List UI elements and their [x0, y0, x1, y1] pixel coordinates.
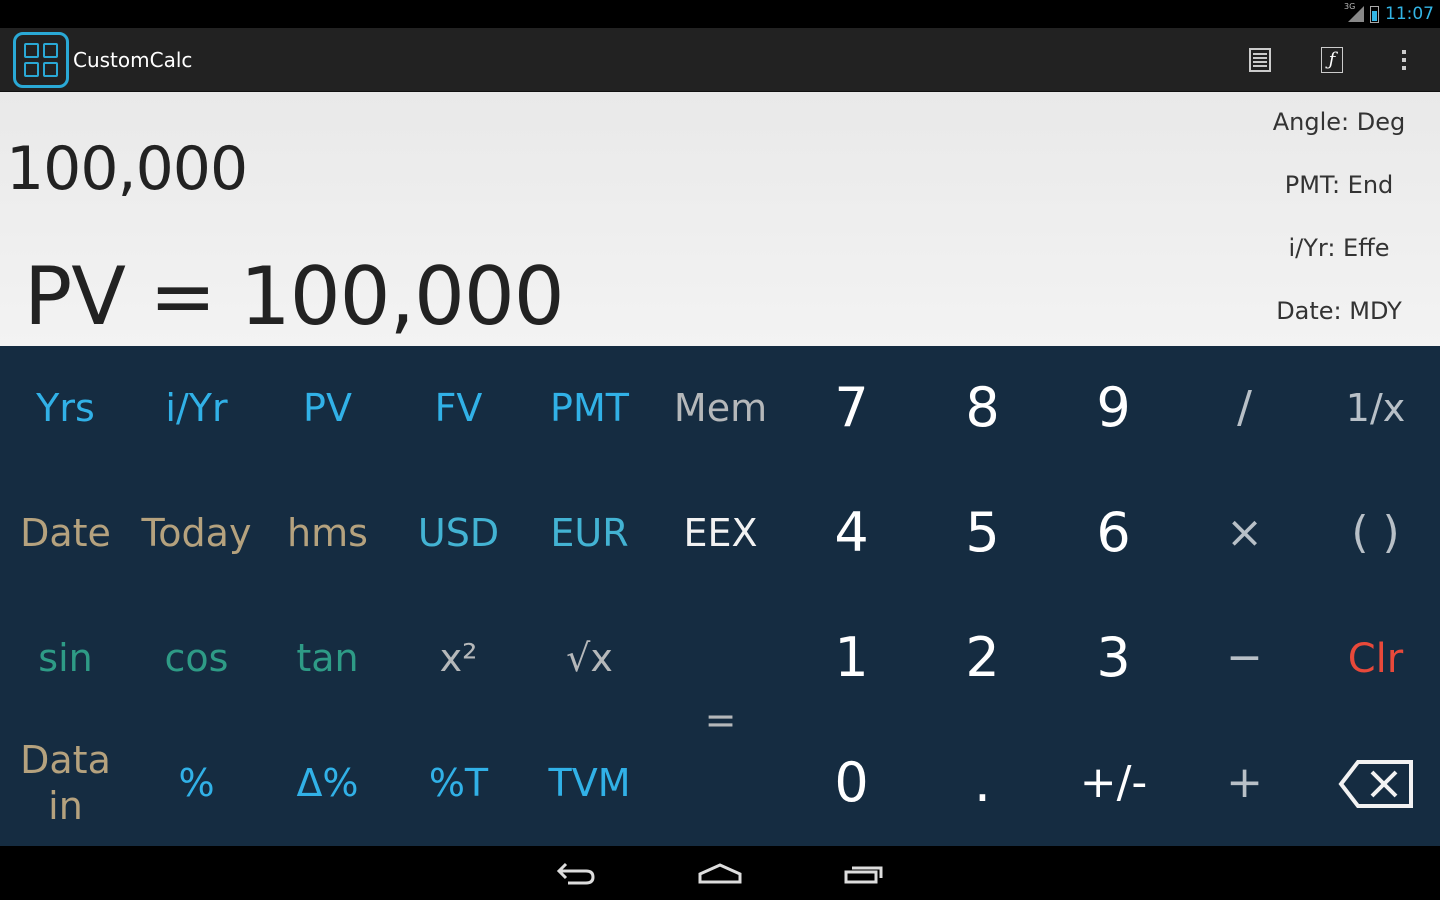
key-usd[interactable]: USD — [393, 471, 524, 596]
overflow-menu-button[interactable] — [1368, 28, 1440, 92]
navigation-bar — [0, 846, 1440, 900]
app-logo-icon[interactable] — [13, 31, 69, 88]
key-0[interactable]: 0 — [786, 721, 917, 846]
mode-settings: Angle: Deg PMT: End i/Yr: Effe Date: MDY — [1264, 108, 1414, 360]
key-hms[interactable]: hms — [262, 471, 393, 596]
key-today[interactable]: Today — [131, 471, 262, 596]
key-8[interactable]: 8 — [917, 346, 1048, 471]
setting-angle[interactable]: Angle: Deg — [1264, 108, 1414, 171]
battery-icon — [1370, 5, 1379, 23]
key-divide[interactable]: / — [1179, 346, 1310, 471]
key-add[interactable]: + — [1179, 721, 1310, 846]
display-result: PV = 100,000 — [24, 250, 565, 343]
key-yrs[interactable]: Yrs — [0, 346, 131, 471]
key-sin[interactable]: sin — [0, 596, 131, 721]
key-pmt[interactable]: PMT — [524, 346, 655, 471]
key-backspace[interactable] — [1310, 721, 1440, 846]
tape-button[interactable] — [1224, 28, 1296, 92]
display-input: 100,000 — [6, 134, 248, 204]
tape-icon — [1249, 47, 1271, 72]
key-mem[interactable]: Mem — [655, 346, 786, 471]
key-fv[interactable]: FV — [393, 346, 524, 471]
key-negate[interactable]: +/- — [1048, 721, 1179, 846]
status-time: 11:07 — [1385, 4, 1434, 24]
signal-icon: 3G — [1344, 2, 1364, 22]
action-bar: CustomCalc ƒ — [0, 28, 1440, 92]
recent-apps-icon — [844, 866, 883, 884]
key-sqrt[interactable]: √x — [524, 596, 655, 721]
key-tan[interactable]: tan — [262, 596, 393, 721]
status-bar: 3G 11:07 — [0, 0, 1440, 28]
key-equals[interactable]: = — [655, 596, 786, 846]
function-button[interactable]: ƒ — [1296, 28, 1368, 92]
key-tvm[interactable]: TVM — [524, 721, 655, 846]
key-4[interactable]: 4 — [786, 471, 917, 596]
overflow-menu-icon — [1402, 49, 1406, 70]
recent-apps-button[interactable] — [792, 846, 936, 900]
key-parentheses[interactable]: ( ) — [1310, 471, 1440, 596]
key-multiply[interactable]: × — [1179, 471, 1310, 596]
key-eex[interactable]: EEX — [655, 471, 786, 596]
key-date[interactable]: Date — [0, 471, 131, 596]
key-data-in[interactable]: Data in — [0, 721, 131, 846]
key-iyr[interactable]: i/Yr — [131, 346, 262, 471]
key-percent-total[interactable]: %T — [393, 721, 524, 846]
app-title: CustomCalc — [73, 47, 193, 72]
key-decimal[interactable]: . — [917, 721, 1048, 846]
setting-iyr[interactable]: i/Yr: Effe — [1264, 234, 1414, 297]
home-icon — [698, 863, 742, 884]
key-subtract[interactable]: − — [1179, 596, 1310, 721]
home-button[interactable] — [648, 846, 792, 900]
key-9[interactable]: 9 — [1048, 346, 1179, 471]
key-eur[interactable]: EUR — [524, 471, 655, 596]
key-5[interactable]: 5 — [917, 471, 1048, 596]
key-percent[interactable]: % — [131, 721, 262, 846]
key-6[interactable]: 6 — [1048, 471, 1179, 596]
key-square[interactable]: x² — [393, 596, 524, 721]
key-1[interactable]: 1 — [786, 596, 917, 721]
back-button[interactable] — [504, 846, 648, 900]
keypad: Yrs i/Yr PV FV PMT Mem 7 8 9 / 1/x Date … — [0, 346, 1440, 846]
calculator-display: 100,000 PV = 100,000 Angle: Deg PMT: End… — [0, 92, 1440, 346]
key-pv[interactable]: PV — [262, 346, 393, 471]
key-cos[interactable]: cos — [131, 596, 262, 721]
key-7[interactable]: 7 — [786, 346, 917, 471]
backspace-icon — [1337, 759, 1413, 808]
setting-pmt[interactable]: PMT: End — [1264, 171, 1414, 234]
function-icon: ƒ — [1321, 46, 1343, 73]
key-3[interactable]: 3 — [1048, 596, 1179, 721]
back-icon — [556, 862, 595, 885]
key-2[interactable]: 2 — [917, 596, 1048, 721]
key-clear[interactable]: Clr — [1310, 596, 1440, 721]
key-delta-percent[interactable]: Δ% — [262, 721, 393, 846]
key-reciprocal[interactable]: 1/x — [1310, 346, 1440, 471]
